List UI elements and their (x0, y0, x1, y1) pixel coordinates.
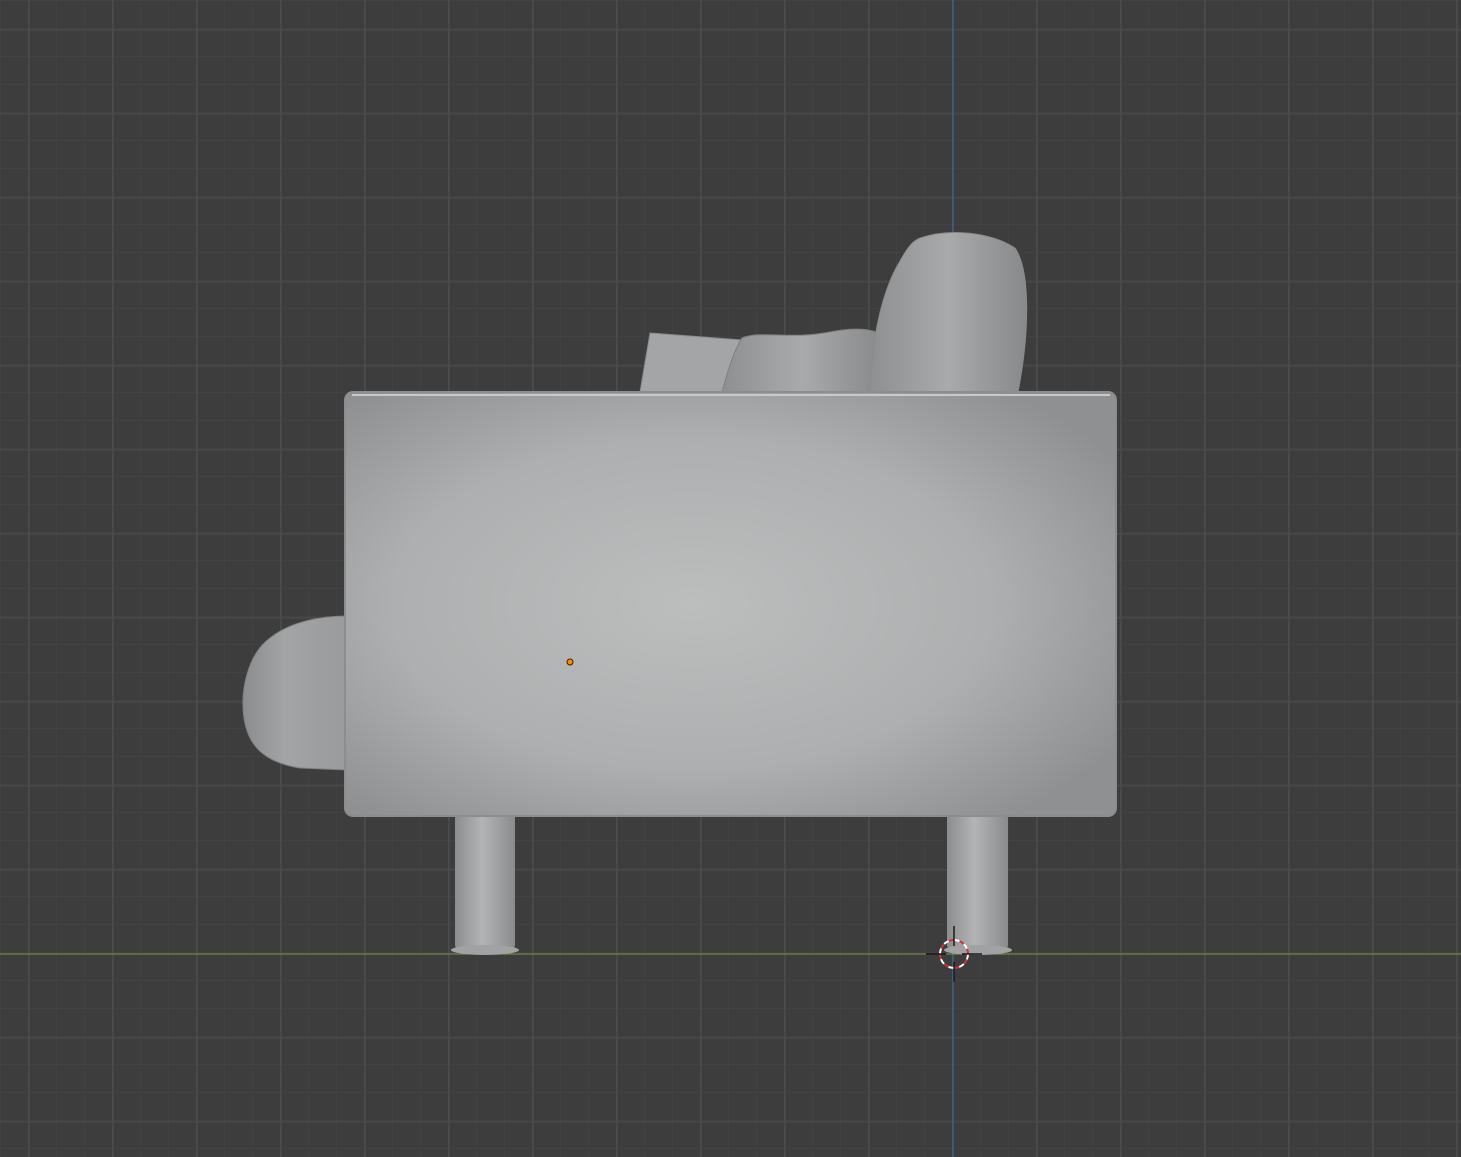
3d-viewport[interactable] (0, 0, 1461, 1157)
viewport-canvas[interactable] (0, 0, 1461, 1157)
sofa-leg-back[interactable] (947, 814, 1008, 949)
object-origin-icon[interactable] (566, 658, 574, 666)
sofa-leg-front[interactable] (455, 814, 515, 949)
back-cushion-middle[interactable] (721, 328, 883, 393)
sofa-body[interactable] (344, 391, 1117, 817)
